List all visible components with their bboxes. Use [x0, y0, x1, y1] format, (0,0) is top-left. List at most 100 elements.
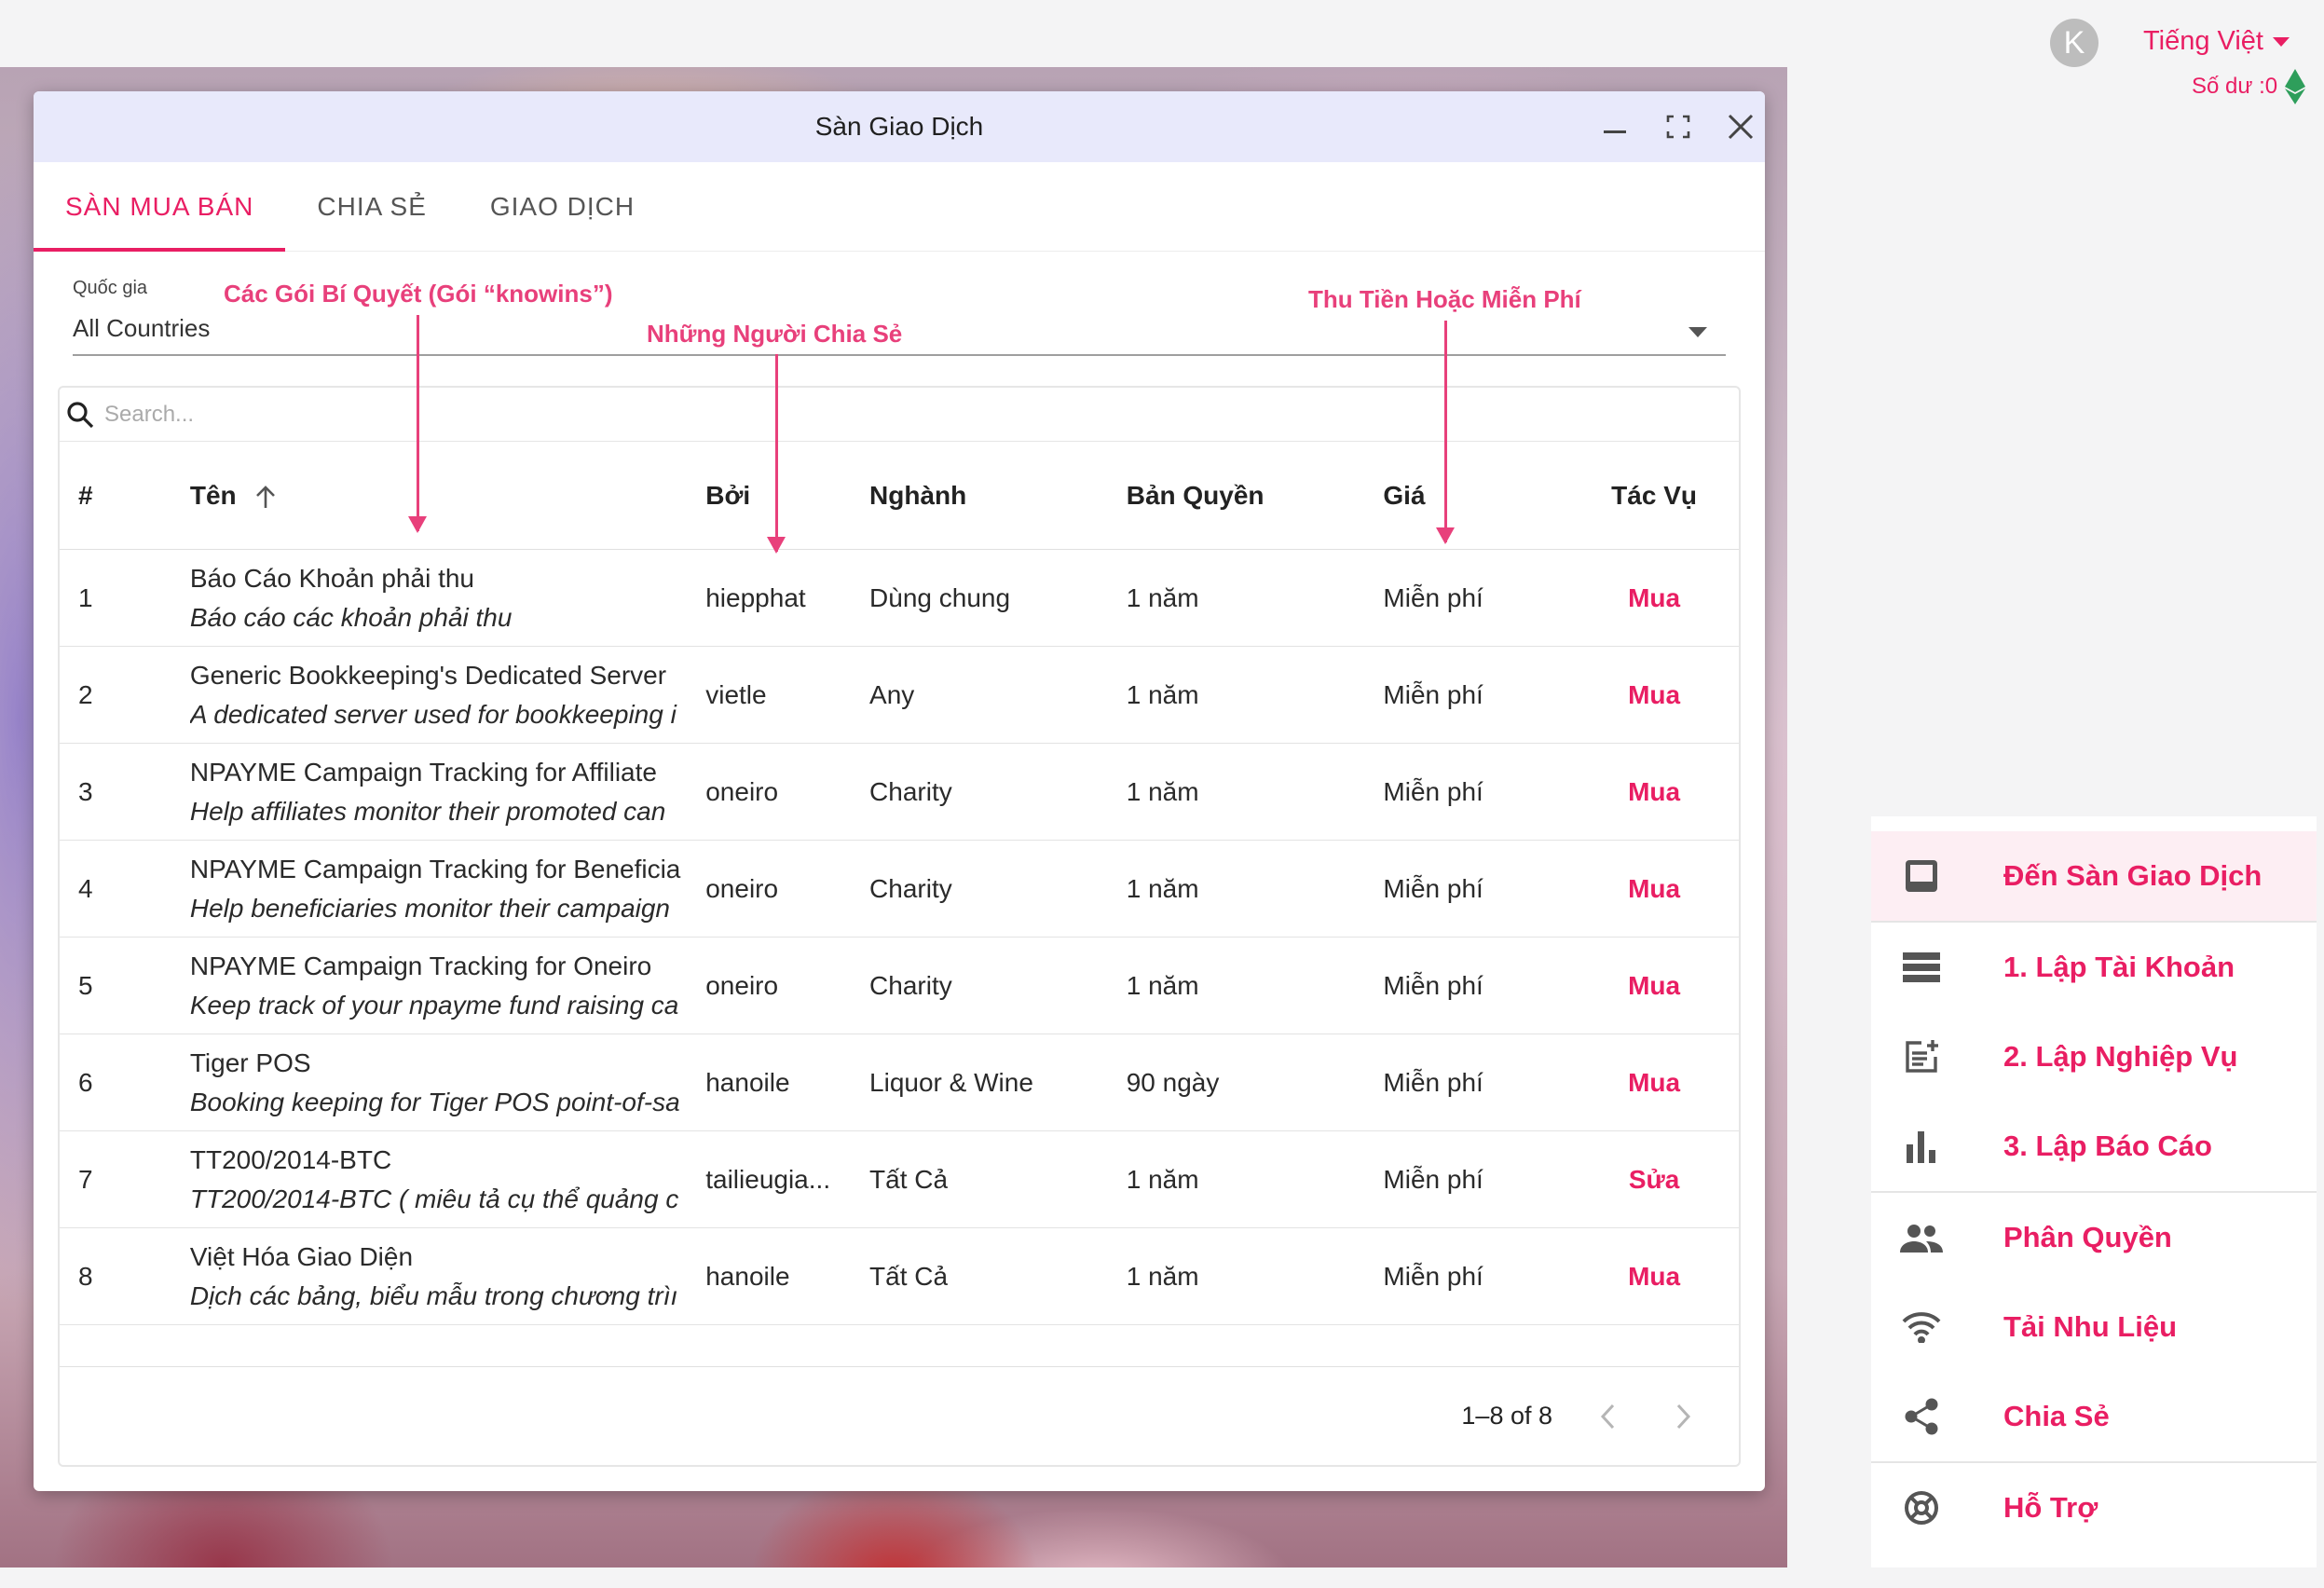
share-icon — [1899, 1394, 1944, 1439]
table-row[interactable]: 8 Việt Hóa Giao Diện Dịch các bảng, biểu… — [60, 1228, 1739, 1325]
col-by[interactable]: Bởi — [705, 481, 869, 511]
avatar[interactable]: K — [2050, 19, 2098, 67]
packages-table: # Tên Bởi Nghành Bản Quyền Giá Tác Vụ 1 … — [58, 386, 1741, 1467]
row-action-button[interactable]: Mua — [1569, 777, 1739, 807]
row-description: Báo cáo các khoản phải thu — [189, 602, 513, 632]
row-industry: Tất Cả — [869, 1164, 949, 1194]
row-name-cell: NPAYME Campaign Tracking for Beneficia H… — [190, 855, 705, 924]
row-name-cell: Báo Cáo Khoản phải thu Báo cáo các khoản… — [190, 564, 705, 633]
row-price: Miễn phí — [1383, 1067, 1483, 1097]
row-name: Việt Hóa Giao Diện — [189, 1241, 414, 1271]
row-index: 8 — [78, 1261, 93, 1291]
window-title: Sàn Giao Dịch — [814, 112, 984, 141]
row-name: Generic Bookkeeping's Dedicated Server — [189, 660, 667, 690]
row-name: NPAYME Campaign Tracking for Beneficia — [189, 854, 681, 883]
col-name-label: Tên — [189, 480, 237, 510]
table-row[interactable]: 6 Tiger POS Booking keeping for Tiger PO… — [60, 1034, 1739, 1131]
sidebar-item-support[interactable]: Hỗ Trợ — [1871, 1463, 2317, 1553]
tab-marketplace[interactable]: SÀN MUA BÁN — [34, 162, 286, 252]
bar-chart-icon — [1899, 1124, 1944, 1169]
row-description: TT200/2014-BTC ( miêu tả cụ thể quảng c — [189, 1184, 679, 1213]
col-price[interactable]: Giá — [1383, 481, 1569, 511]
pagination-label: 1–8 of 8 — [1461, 1402, 1552, 1430]
sidebar-item-label: Đến Sàn Giao Dịch — [2003, 859, 2262, 892]
row-name-cell: Generic Bookkeeping's Dedicated Server A… — [190, 661, 705, 730]
row-action-button[interactable]: Mua — [1569, 1262, 1739, 1292]
row-action-button[interactable]: Mua — [1569, 1068, 1739, 1098]
col-industry[interactable]: Nghành — [869, 481, 1127, 511]
tab-bar: SÀN MUA BÁN CHIA SẺ GIAO DỊCH — [34, 162, 1765, 252]
row-name: Tiger POS — [189, 1047, 311, 1077]
table-row[interactable]: 4 NPAYME Campaign Tracking for Beneficia… — [60, 841, 1739, 938]
col-license[interactable]: Bản Quyền — [1127, 481, 1384, 511]
row-by: oneiro — [705, 776, 779, 806]
chevron-right-icon — [1676, 1403, 1691, 1429]
row-name: NPAYME Campaign Tracking for Affiliate — [189, 757, 657, 787]
row-license: 1 năm — [1126, 873, 1199, 903]
people-icon — [1899, 1215, 1944, 1260]
row-action-button[interactable]: Mua — [1569, 971, 1739, 1001]
row-name-cell: Tiger POS Booking keeping for Tiger POS … — [190, 1048, 705, 1117]
row-action-button[interactable]: Sửa — [1569, 1165, 1739, 1195]
country-value-text: All Countries — [73, 314, 211, 342]
sidebar-item-operations[interactable]: 2. Lập Nghiệp Vụ — [1871, 1012, 2317, 1102]
row-industry: Charity — [869, 873, 952, 903]
sidebar-item-share[interactable]: Chia Sẻ — [1871, 1372, 2317, 1461]
row-by: hiepphat — [705, 582, 806, 612]
table-pagination: 1–8 of 8 — [60, 1366, 1739, 1465]
row-name-cell: TT200/2014-BTC TT200/2014-BTC ( miêu tả … — [190, 1145, 705, 1214]
search-input[interactable] — [104, 401, 663, 428]
row-license: 90 ngày — [1126, 1067, 1220, 1097]
sidebar-item-reports[interactable]: 3. Lập Báo Cáo — [1871, 1102, 2317, 1191]
row-action-button[interactable]: Mua — [1569, 874, 1739, 904]
row-index: 6 — [78, 1067, 93, 1097]
sidebar-item-permissions[interactable]: Phân Quyền — [1871, 1193, 2317, 1282]
row-by: hanoile — [705, 1067, 790, 1097]
sidebar-item-label: 1. Lập Tài Khoản — [2003, 951, 2235, 983]
avatar-letter: K — [2063, 24, 2085, 61]
sidebar-item-marketplace[interactable]: Đến Sàn Giao Dịch — [1871, 831, 2317, 921]
row-index: 2 — [78, 679, 93, 709]
table-row[interactable]: 3 NPAYME Campaign Tracking for Affiliate… — [60, 744, 1739, 841]
marketplace-window: Sàn Giao Dịch SÀN MUA BÁN CHIA SẺ GIAO D… — [34, 91, 1765, 1491]
row-action-button[interactable]: Mua — [1569, 583, 1739, 613]
row-by: tailieugia... — [705, 1164, 831, 1194]
search-icon — [67, 401, 94, 428]
row-price: Miễn phí — [1383, 582, 1483, 612]
tab-share[interactable]: CHIA SẺ — [285, 162, 458, 252]
table-row[interactable]: 1 Báo Cáo Khoản phải thu Báo cáo các kho… — [60, 550, 1739, 647]
sidebar-item-accounts[interactable]: 1. Lập Tài Khoản — [1871, 923, 2317, 1012]
tab-transactions[interactable]: GIAO DỊCH — [458, 162, 666, 252]
chevron-left-icon — [1600, 1403, 1615, 1429]
language-selector[interactable]: Tiếng Việt — [2143, 26, 2290, 57]
row-index: 3 — [78, 776, 93, 806]
close-button[interactable] — [1722, 108, 1759, 145]
fullscreen-button[interactable] — [1660, 108, 1697, 145]
annotation-arrow-packages — [408, 315, 427, 533]
row-name: NPAYME Campaign Tracking for Oneiro — [189, 951, 652, 980]
row-industry: Dùng chung — [869, 582, 1011, 612]
table-row[interactable]: 5 NPAYME Campaign Tracking for Oneiro Ke… — [60, 938, 1739, 1034]
table-row[interactable]: 7 TT200/2014-BTC TT200/2014-BTC ( miêu t… — [60, 1131, 1739, 1228]
row-license: 1 năm — [1126, 1261, 1199, 1291]
dropdown-arrow-icon — [1688, 327, 1707, 337]
col-name[interactable]: Tên — [190, 481, 705, 511]
sidebar-item-download[interactable]: Tải Nhu Liệu — [1871, 1282, 2317, 1372]
list-icon — [1899, 945, 1944, 990]
table-row[interactable]: 2 Generic Bookkeeping's Dedicated Server… — [60, 647, 1739, 744]
previous-page-button[interactable] — [1590, 1398, 1627, 1435]
row-by: oneiro — [705, 970, 779, 1000]
row-price: Miễn phí — [1383, 970, 1483, 1000]
minimize-button[interactable] — [1596, 108, 1634, 145]
sidebar-item-label: Hỗ Trợ — [2003, 1491, 2098, 1524]
minimize-icon — [1604, 130, 1626, 133]
col-action: Tác Vụ — [1611, 480, 1697, 510]
annotation-price: Thu Tiền Hoặc Miễn Phí — [1308, 285, 1581, 313]
row-action-button[interactable]: Mua — [1569, 680, 1739, 710]
row-name: Báo Cáo Khoản phải thu — [189, 563, 474, 593]
row-index: 4 — [78, 873, 93, 903]
row-industry: Charity — [869, 776, 952, 806]
next-page-button[interactable] — [1664, 1398, 1702, 1435]
row-by: oneiro — [705, 873, 779, 903]
annotation-arrow-price — [1436, 321, 1455, 544]
